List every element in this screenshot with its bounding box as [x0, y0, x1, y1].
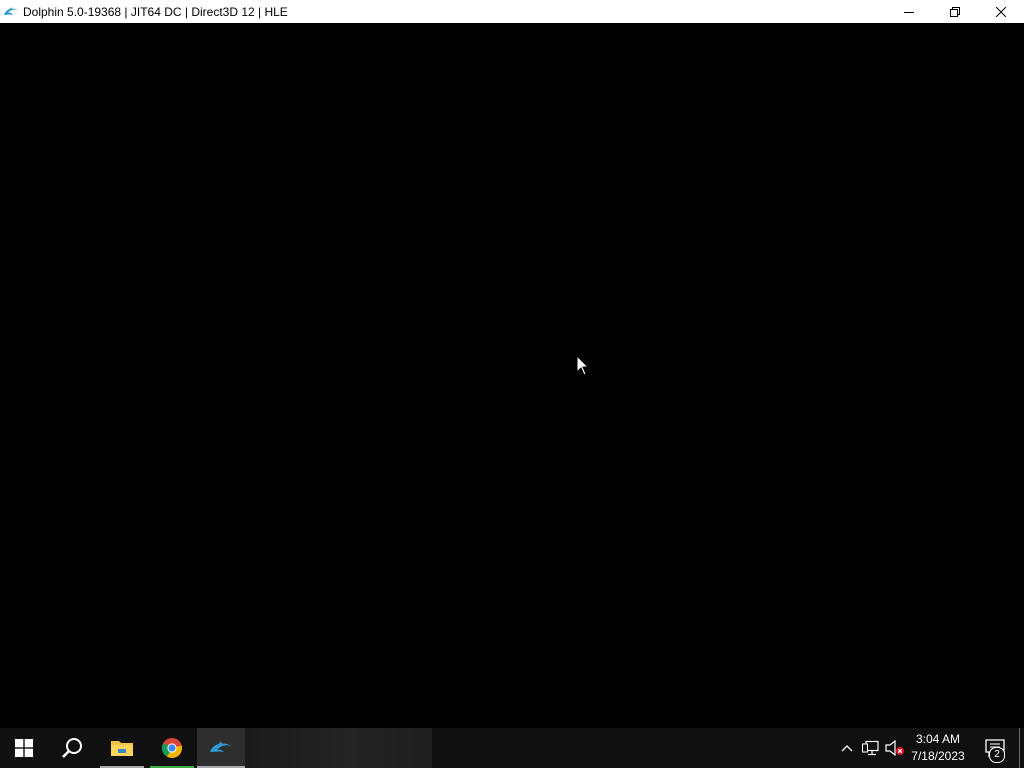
caption-buttons — [886, 0, 1024, 23]
chevron-up-icon — [841, 745, 853, 752]
chrome-button[interactable] — [148, 728, 196, 768]
dolphin-window: Dolphin 5.0-19368 | JIT64 DC | Direct3D … — [0, 0, 1024, 728]
search-icon — [62, 738, 82, 758]
notification-count-badge: 2 — [989, 747, 1005, 763]
volume-muted-icon — [885, 740, 904, 756]
title-bar[interactable]: Dolphin 5.0-19368 | JIT64 DC | Direct3D … — [0, 0, 1024, 23]
clock-button[interactable]: 3:04 AM 7/18/2023 — [906, 728, 970, 768]
file-explorer-button[interactable] — [98, 728, 146, 768]
clock-date: 7/18/2023 — [911, 749, 965, 763]
taskbar: 3:04 AM 7/18/2023 — [0, 728, 1024, 768]
folder-icon — [111, 741, 133, 756]
chrome-icon — [162, 738, 183, 759]
close-icon — [996, 6, 1006, 17]
network-tray-button[interactable] — [860, 728, 882, 768]
game-render-area[interactable] — [0, 23, 1024, 728]
restore-icon — [950, 6, 960, 17]
start-button[interactable] — [0, 728, 48, 768]
windows-logo-icon — [15, 739, 33, 757]
dolphin-icon — [210, 741, 232, 752]
network-icon — [862, 740, 879, 756]
taskbar-empty-area[interactable] — [245, 728, 432, 768]
close-button[interactable] — [978, 0, 1024, 23]
clock-time: 3:04 AM — [915, 732, 961, 746]
mouse-cursor-icon — [576, 355, 590, 376]
show-desktop-button[interactable] — [1019, 728, 1024, 768]
volume-tray-button[interactable] — [884, 728, 906, 768]
window-title: Dolphin 5.0-19368 | JIT64 DC | Direct3D … — [23, 4, 288, 19]
dolphin-icon[interactable] — [3, 4, 19, 20]
dolphin-taskbar-button[interactable] — [197, 728, 245, 768]
minimize-button[interactable] — [886, 0, 932, 23]
search-button[interactable] — [48, 728, 96, 768]
minimize-icon — [904, 11, 914, 13]
show-hidden-icons-button[interactable] — [838, 728, 856, 768]
restore-button[interactable] — [932, 0, 978, 23]
